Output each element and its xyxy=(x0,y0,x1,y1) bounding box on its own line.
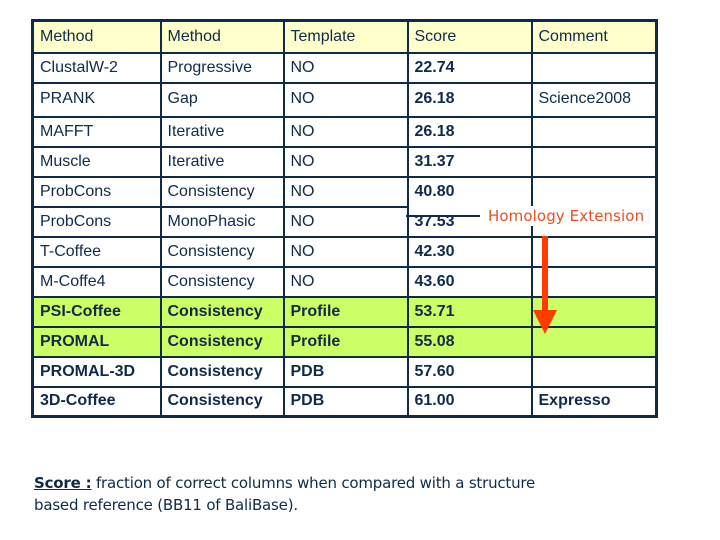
cell-score: 31.37 xyxy=(406,145,533,178)
table-row: Muscle Iterative NO 31.37 xyxy=(31,145,658,178)
cell-type: Consistency xyxy=(159,265,285,298)
cell-method: MAFFT xyxy=(31,115,162,148)
table-header-row: Method Method Template Score Comment xyxy=(31,19,658,54)
arrow-shaft xyxy=(542,236,548,312)
header-score: Score xyxy=(406,19,533,54)
cell-type: Gap xyxy=(159,81,285,118)
table-row-highlighted: PROMAL Consistency Profile 55.08 xyxy=(31,325,658,358)
header-method: Method xyxy=(31,19,162,54)
cell-method: ProbCons xyxy=(31,205,162,238)
table-row: MAFFT Iterative NO 26.18 xyxy=(31,115,658,148)
cell-method: PROMAL xyxy=(31,325,162,358)
cell-method: Muscle xyxy=(31,145,162,178)
arrow-head xyxy=(533,310,557,334)
cell-score: 43.60 xyxy=(406,265,533,298)
table-row: PRANK Gap NO 26.18 Science2008 xyxy=(31,81,658,118)
cell-method: T-Coffee xyxy=(31,235,162,268)
cell-type: Consistency xyxy=(159,355,285,388)
table-row: T-Coffee Consistency NO 42.30 xyxy=(31,235,658,268)
cell-method: PROMAL-3D xyxy=(31,355,162,388)
down-arrow-icon xyxy=(533,236,557,334)
cell-score: 42.30 xyxy=(406,235,533,268)
table-row: ClustalW-2 Progressive NO 22.74 xyxy=(31,51,658,84)
cell-template: NO xyxy=(282,115,409,148)
footnote-text-line1: fraction of correct columns when compare… xyxy=(91,474,536,492)
homology-extension-label: Homology Extension xyxy=(480,206,647,226)
cell-template: Profile xyxy=(282,295,409,328)
cell-type: Consistency xyxy=(159,325,285,358)
cell-method: ClustalW-2 xyxy=(31,51,162,84)
cell-score: 26.18 xyxy=(406,115,533,148)
cell-method: M-Coffe4 xyxy=(31,265,162,298)
cell-template: NO xyxy=(282,81,409,118)
cell-score: 57.60 xyxy=(406,355,533,388)
header-method-type: Method xyxy=(159,19,285,54)
cell-comment xyxy=(530,51,658,84)
cell-score: 61.00 xyxy=(406,385,533,418)
table-row: 3D-Coffee Consistency PDB 61.00 Expresso xyxy=(31,385,658,418)
cell-type: Consistency xyxy=(159,385,285,418)
cell-comment xyxy=(530,115,658,148)
cell-template: PDB xyxy=(282,355,409,388)
cell-score: 22.74 xyxy=(406,51,533,84)
cell-template: NO xyxy=(282,51,409,84)
cell-score: 26.18 xyxy=(406,81,533,118)
footnote-term: Score : xyxy=(34,474,92,492)
cell-type: Progressive xyxy=(159,51,285,84)
table-row: ProbCons Consistency NO 40.80 xyxy=(31,175,658,208)
cell-score: 53.71 xyxy=(406,295,533,328)
cell-template: NO xyxy=(282,265,409,298)
cell-template: NO xyxy=(282,205,409,238)
cell-comment xyxy=(530,145,658,178)
cell-score: 40.80 xyxy=(406,175,533,207)
table-row-highlighted: PSI-Coffee Consistency Profile 53.71 xyxy=(31,295,658,328)
cell-method: 3D-Coffee xyxy=(31,385,162,418)
cell-type: Consistency xyxy=(159,175,285,208)
footnote-text-line2: based reference (BB11 of BaliBase). xyxy=(34,496,298,514)
cell-type: Iterative xyxy=(159,145,285,178)
cell-type: MonoPhasic xyxy=(159,205,285,238)
cell-comment xyxy=(530,355,658,388)
header-comment: Comment xyxy=(530,19,658,54)
cell-template: Profile xyxy=(282,325,409,358)
cell-method: PSI-Coffee xyxy=(31,295,162,328)
cell-score: 55.08 xyxy=(406,325,533,358)
footnote: Score : fraction of correct columns when… xyxy=(34,472,535,516)
cell-type: Iterative xyxy=(159,115,285,148)
cell-method: ProbCons xyxy=(31,175,162,208)
table-row: PROMAL-3D Consistency PDB 57.60 xyxy=(31,355,658,388)
cell-type: Consistency xyxy=(159,295,285,328)
cell-template: NO xyxy=(282,235,409,268)
cell-comment xyxy=(530,175,658,207)
header-template: Template xyxy=(282,19,409,54)
annotation-connector-line xyxy=(406,215,482,217)
cell-template: NO xyxy=(282,175,409,208)
cell-comment: Science2008 xyxy=(530,81,658,118)
cell-comment: Expresso xyxy=(530,385,658,418)
cell-method: PRANK xyxy=(31,81,162,118)
table-row: M-Coffe4 Consistency NO 43.60 xyxy=(31,265,658,298)
cell-template: PDB xyxy=(282,385,409,418)
cell-type: Consistency xyxy=(159,235,285,268)
cell-template: NO xyxy=(282,145,409,178)
